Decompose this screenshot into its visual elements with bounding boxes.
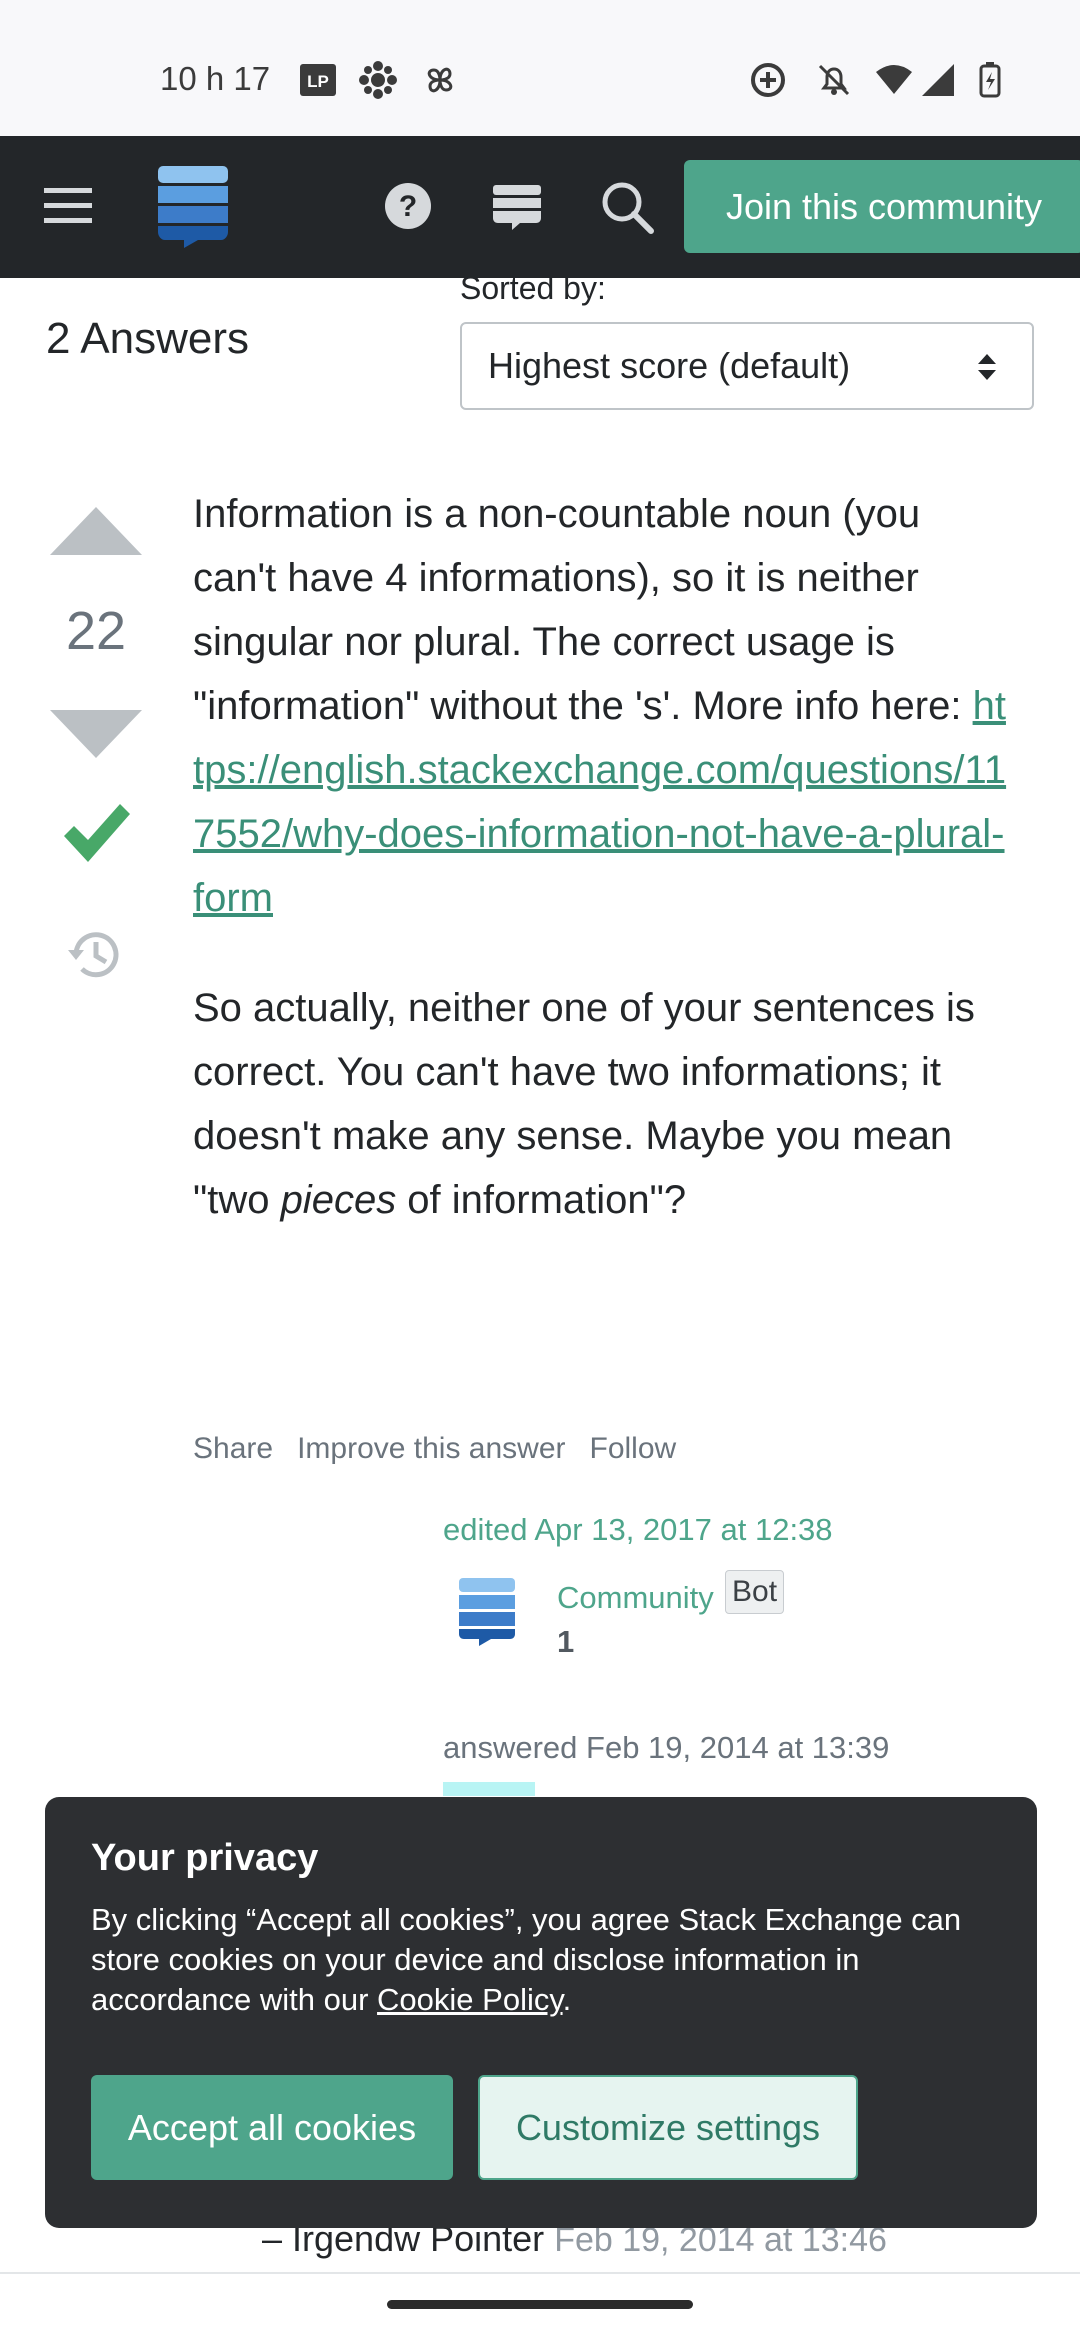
bottom-divider: [0, 2272, 1080, 2274]
pinwheel-icon: [427, 67, 453, 93]
author-avatar-partial: [443, 1782, 535, 1796]
answered-timestamp[interactable]: answered Feb 19, 2014 at 13:39: [443, 1730, 889, 1766]
data-saver-icon: [751, 63, 785, 97]
avatar[interactable]: [457, 1576, 517, 1646]
status-bar: 10 h 17 LP: [0, 0, 1080, 136]
lp-icon: LP: [300, 64, 336, 96]
bot-badge: Bot: [725, 1570, 785, 1614]
battery-icon: [979, 62, 1001, 98]
follow-link[interactable]: Follow: [590, 1432, 677, 1466]
cbc-icon: [359, 61, 397, 99]
editor-name[interactable]: Community: [557, 1580, 714, 1616]
answer-text: Information is a non-countable noun (you…: [193, 492, 973, 728]
menu-icon[interactable]: [44, 186, 92, 226]
edited-timestamp[interactable]: edited Apr 13, 2017 at 12:38: [443, 1512, 833, 1548]
vote-count: 22: [65, 601, 127, 661]
vote-down-icon[interactable]: [48, 708, 144, 760]
customize-settings-button[interactable]: Customize settings: [478, 2075, 858, 2180]
post-menu: Share Improve this answer Follow: [193, 1432, 676, 1466]
cookie-text: By clicking “Accept all cookies”, you ag…: [91, 1900, 991, 2020]
share-link[interactable]: Share: [193, 1432, 273, 1466]
join-community-button[interactable]: Join this community: [684, 160, 1080, 253]
svg-text:LP: LP: [307, 72, 329, 91]
cookie-text-end: .: [562, 1982, 572, 2017]
cookie-dialog: Your privacy By clicking “Accept all coo…: [45, 1797, 1037, 2228]
emphasis-text: pieces: [280, 1178, 397, 1222]
inbox-icon[interactable]: [492, 184, 542, 232]
answer-body: Information is a non-countable noun (you…: [193, 482, 1013, 1278]
editor-user-card: Community Bot 1: [443, 1570, 833, 1660]
accept-cookies-button[interactable]: Accept all cookies: [91, 2075, 453, 2180]
wifi-icon: [876, 65, 912, 94]
answer-paragraph-2: So actually, neither one of your sentenc…: [193, 976, 1013, 1232]
cookie-policy-link[interactable]: Cookie Policy: [377, 1982, 563, 2017]
status-time: 10 h 17: [160, 60, 271, 97]
history-icon[interactable]: [66, 928, 124, 982]
improve-answer-link[interactable]: Improve this answer: [297, 1432, 565, 1466]
sort-caret-icon: [978, 354, 996, 380]
answers-count: 2 Answers: [46, 314, 249, 363]
stackexchange-logo[interactable]: [156, 164, 230, 248]
edit-signature: edited Apr 13, 2017 at 12:38 Community B…: [443, 1512, 833, 1660]
help-icon[interactable]: ?: [384, 182, 432, 230]
home-indicator[interactable]: [387, 2300, 693, 2309]
editor-reputation: 1: [557, 1624, 575, 1659]
sorted-by-label: Sorted by:: [460, 270, 606, 306]
answer-paragraph-1: Information is a non-countable noun (you…: [193, 482, 1013, 930]
accepted-check-icon: [64, 804, 130, 862]
vote-up-icon[interactable]: [48, 505, 144, 557]
sort-select-value: Highest score (default): [488, 345, 851, 386]
search-icon[interactable]: [600, 180, 654, 234]
cookie-title: Your privacy: [91, 1837, 319, 1879]
signal-icon: [922, 64, 954, 96]
sort-select[interactable]: Highest score (default): [460, 322, 1034, 410]
svg-text:?: ?: [399, 190, 417, 223]
bell-off-icon: [818, 64, 850, 96]
answer-text: of information"?: [396, 1178, 687, 1222]
